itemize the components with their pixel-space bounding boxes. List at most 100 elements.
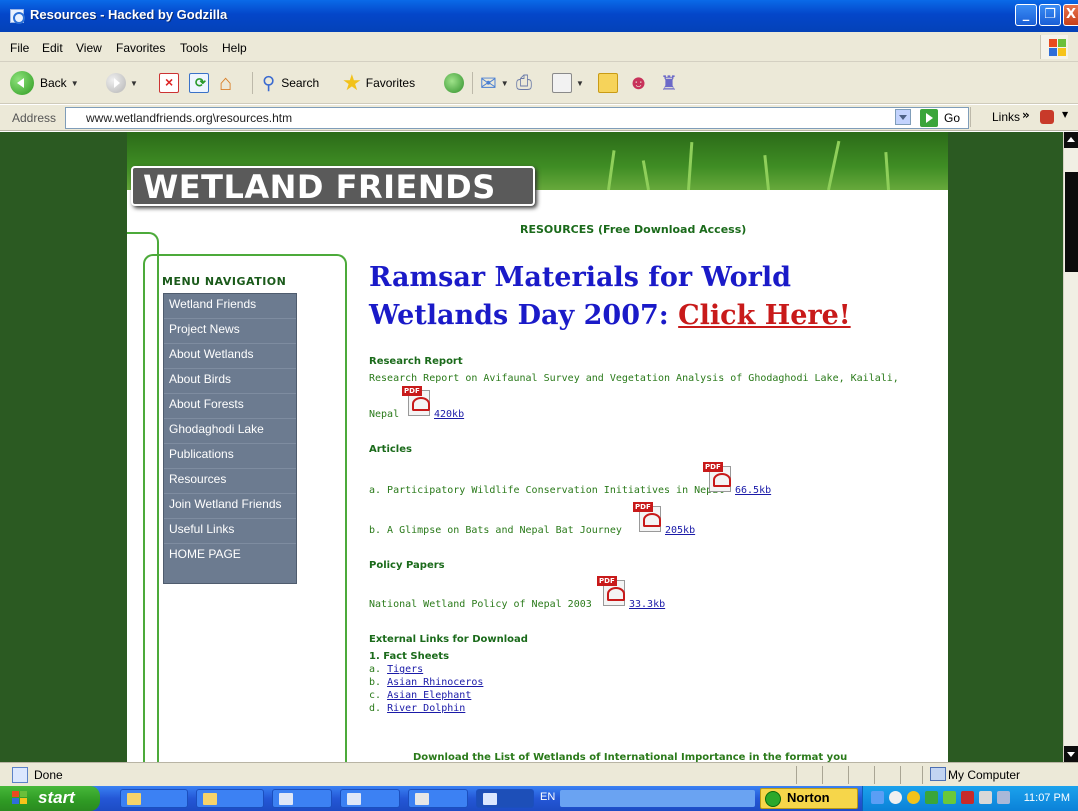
vertical-scrollbar[interactable] (1063, 132, 1078, 762)
nav-item-about-birds[interactable]: About Birds (164, 369, 296, 394)
research-report-download-link[interactable]: 420kb (434, 409, 464, 420)
nav-item-about-wetlands[interactable]: About Wetlands (164, 344, 296, 369)
research-report-heading: Research Report (369, 356, 463, 367)
clock[interactable]: 11:07 PM (1024, 792, 1070, 804)
stop-button[interactable]: × (159, 70, 179, 96)
chevron-down-icon[interactable]: ▼ (1062, 110, 1068, 119)
refresh-button[interactable]: ⟳ (189, 70, 209, 96)
pdf-icon[interactable]: PDF (703, 462, 733, 492)
nav-item-ghodaghodi-lake[interactable]: Ghodaghodi Lake (164, 419, 296, 444)
policy-paper-download-link[interactable]: 33.3kb (629, 599, 665, 610)
chevron-down-icon: ▼ (70, 78, 79, 88)
restore-button[interactable]: ❐ (1039, 4, 1061, 26)
article-b-download-link[interactable]: 205kb (665, 525, 695, 536)
menu-view[interactable]: View (76, 41, 102, 55)
links-button[interactable]: Links (992, 110, 1020, 124)
address-bar: Address www.wetlandfriends.org\resources… (0, 105, 1078, 131)
ie-icon (483, 793, 497, 805)
norton-button[interactable]: Norton (760, 788, 858, 809)
windows-flag-icon (12, 791, 28, 805)
window-title: Resources - Hacked by Godzilla (30, 7, 228, 22)
search-button[interactable]: ⚲ Search (262, 70, 319, 96)
back-button[interactable]: Back ▼ (10, 70, 79, 96)
article-a-download-link[interactable]: 66.5kb (735, 485, 771, 496)
taskbar-window-button[interactable] (340, 789, 400, 808)
taskbar-window-button[interactable] (120, 789, 188, 808)
policy-papers-heading: Policy Papers (369, 560, 445, 571)
address-dropdown-icon[interactable] (895, 109, 911, 125)
edit-icon (552, 73, 572, 93)
print-button[interactable]: ⎙ (516, 70, 532, 96)
taskbar-window-button[interactable] (196, 789, 264, 808)
fact-sheet-asian-rhinoceros-link[interactable]: Asian Rhinoceros (387, 677, 483, 688)
tray-icon[interactable] (889, 791, 902, 804)
toolbar-extension-icon[interactable] (1040, 110, 1054, 124)
nav-item-publications[interactable]: Publications (164, 444, 296, 469)
nav-item-wetland-friends[interactable]: Wetland Friends (164, 294, 296, 319)
status-divider (922, 766, 923, 784)
nav-item-useful-links[interactable]: Useful Links (164, 519, 296, 544)
media-toolbar[interactable] (560, 790, 755, 807)
taskbar-window-button[interactable] (408, 789, 468, 808)
fact-sheet-asian-elephant-link[interactable]: Asian Elephant (387, 690, 471, 701)
taskbar-window-button-active[interactable] (476, 789, 534, 808)
resources-heading: RESOURCES (Free Download Access) (520, 223, 747, 236)
nav-item-about-forests[interactable]: About Forests (164, 394, 296, 419)
volume-icon[interactable] (997, 791, 1010, 804)
menu-favorites[interactable]: Favorites (116, 41, 165, 55)
go-arrow-icon[interactable] (920, 109, 938, 127)
folder-icon (127, 793, 141, 805)
computer-icon (930, 767, 946, 781)
menu-tools[interactable]: Tools (180, 41, 208, 55)
history-button[interactable] (444, 70, 464, 96)
status-divider (848, 766, 849, 784)
pdf-icon[interactable]: PDF (597, 576, 627, 606)
pdf-icon[interactable]: PDF (402, 386, 432, 416)
click-here-link[interactable]: Click Here! (678, 300, 851, 331)
minimize-button[interactable]: _ (1015, 4, 1037, 26)
menu-edit[interactable]: Edit (42, 41, 63, 55)
external-links-heading: External Links for Download (369, 634, 528, 645)
chevron-down-icon: ▼ (130, 78, 138, 88)
tray-icon[interactable] (943, 791, 956, 804)
nav-item-join-wetland-friends[interactable]: Join Wetland Friends (164, 494, 296, 519)
go-button[interactable]: Go (944, 111, 960, 125)
links-chevron-icon[interactable]: » (1022, 108, 1030, 122)
pdf-icon[interactable]: PDF (633, 502, 663, 532)
scroll-thumb[interactable] (1065, 172, 1078, 272)
tray-icon[interactable] (961, 791, 974, 804)
scroll-down-icon[interactable] (1064, 746, 1078, 762)
network-icon[interactable] (871, 791, 884, 804)
tray-icon[interactable] (907, 791, 920, 804)
forward-button[interactable]: ▼ (106, 70, 138, 96)
menu-help[interactable]: Help (222, 41, 247, 55)
edit-button[interactable]: ▼ (552, 70, 584, 96)
nav-item-home-page[interactable]: HOME PAGE (164, 544, 296, 569)
address-label: Address (12, 111, 57, 125)
menu-file[interactable]: File (10, 41, 29, 55)
messenger-button[interactable]: ☻ (628, 70, 649, 96)
page-done-icon (12, 767, 28, 783)
toolbar: Back ▼ ▼ × ⟳ ⌂ ⚲ Search ★ Favorites ✉ ▼ … (0, 62, 1078, 104)
messenger-icon: ☻ (628, 71, 650, 94)
language-indicator[interactable]: EN (540, 791, 555, 803)
close-button[interactable]: X (1063, 4, 1078, 26)
nav-item-project-news[interactable]: Project News (164, 319, 296, 344)
start-button[interactable]: start (0, 786, 100, 811)
discuss-button[interactable] (598, 70, 618, 96)
favorites-button[interactable]: ★ Favorites (342, 70, 415, 96)
chevron-down-icon: ▼ (500, 78, 509, 88)
fact-sheet-tigers-link[interactable]: Tigers (387, 664, 423, 675)
taskbar-window-button[interactable] (272, 789, 332, 808)
tray-icon[interactable] (979, 791, 992, 804)
site-logo[interactable]: WETLAND FRIENDS (131, 166, 535, 206)
scroll-up-icon[interactable] (1064, 132, 1078, 148)
fact-sheet-item: d. River Dolphin (369, 703, 466, 714)
home-button[interactable]: ⌂ (219, 70, 232, 96)
nav-item-resources[interactable]: Resources (164, 469, 296, 494)
tray-icon[interactable] (925, 791, 938, 804)
research-button[interactable]: ♜ (660, 70, 678, 96)
address-input[interactable]: www.wetlandfriends.org\resources.htm (65, 107, 969, 129)
mail-button[interactable]: ✉ ▼ (480, 70, 509, 96)
fact-sheet-river-dolphin-link[interactable]: River Dolphin (387, 703, 465, 714)
